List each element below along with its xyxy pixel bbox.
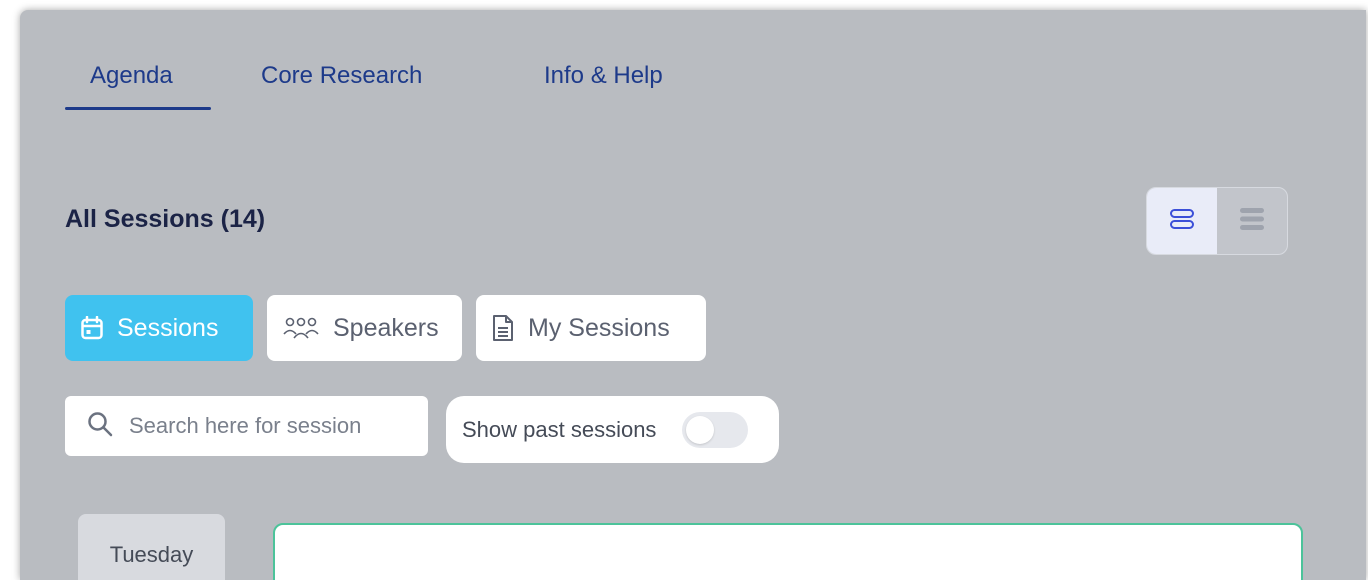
tab-info-help[interactable]: Info & Help bbox=[544, 62, 663, 90]
search-input[interactable] bbox=[127, 412, 411, 440]
compact-list-icon bbox=[1238, 206, 1266, 237]
my-sessions-filter-label: My Sessions bbox=[528, 313, 670, 342]
calendar-icon bbox=[81, 316, 103, 340]
people-icon bbox=[283, 316, 319, 340]
search-box bbox=[65, 396, 428, 456]
past-sessions-label: Show past sessions bbox=[462, 416, 657, 442]
tab-core-research[interactable]: Core Research bbox=[261, 62, 422, 90]
search-icon bbox=[87, 411, 113, 442]
session-card[interactable] bbox=[273, 523, 1303, 580]
page-title: All Sessions (14) bbox=[65, 205, 266, 233]
day-label: Tuesday bbox=[109, 542, 194, 567]
sessions-filter-label: Sessions bbox=[117, 313, 219, 342]
compact-view-button[interactable] bbox=[1217, 188, 1287, 254]
speakers-filter-label: Speakers bbox=[333, 313, 439, 342]
speakers-filter-button[interactable]: Speakers bbox=[267, 295, 462, 361]
expanded-view-button[interactable] bbox=[1147, 188, 1217, 254]
agenda-panel: Agenda Core Research Info & Help All Ses… bbox=[20, 10, 1366, 580]
active-tab-indicator bbox=[65, 107, 211, 110]
my-sessions-filter-button[interactable]: My Sessions bbox=[476, 295, 706, 361]
toggle-knob bbox=[686, 415, 715, 444]
past-sessions-toggle[interactable] bbox=[682, 411, 749, 448]
day-tab[interactable]: Tuesday bbox=[78, 514, 225, 580]
view-toggle bbox=[1146, 187, 1288, 255]
tab-agenda[interactable]: Agenda bbox=[90, 62, 173, 90]
document-icon bbox=[492, 314, 514, 342]
sessions-filter-button[interactable]: Sessions bbox=[65, 295, 253, 361]
expanded-list-icon bbox=[1169, 208, 1195, 235]
past-sessions-control: Show past sessions bbox=[446, 396, 779, 463]
